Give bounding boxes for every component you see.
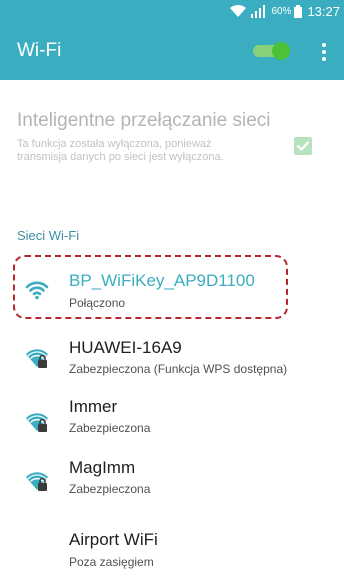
- network-status: Zabezpieczona (Funkcja WPS dostępna): [69, 362, 288, 376]
- network-status: Zabezpieczona: [69, 421, 151, 435]
- wifi-icon: [230, 4, 247, 17]
- smart-switch-title: Inteligentne przełączanie sieci: [17, 110, 271, 131]
- highlight-annotation: [13, 255, 288, 319]
- status-bar: 60% 13:27: [0, 0, 344, 22]
- app-bar: Wi-Fi: [0, 22, 344, 80]
- network-item-out-of-range[interactable]: Airport WiFi Poza zasięgiem: [0, 516, 344, 576]
- network-status: Poza zasięgiem: [69, 555, 154, 569]
- smart-network-switch[interactable]: Inteligentne przełączanie sieci Ta funkc…: [17, 110, 327, 164]
- network-item[interactable]: MagImm Zabezpieczona: [0, 446, 344, 506]
- network-status: Zabezpieczona: [69, 482, 151, 496]
- status-time: 13:27: [307, 3, 340, 19]
- network-name: Airport WiFi: [69, 530, 158, 549]
- wifi-locked-icon: [26, 472, 48, 491]
- battery-icon: [294, 4, 303, 18]
- checkbox-checked-icon[interactable]: [293, 136, 313, 156]
- network-item[interactable]: Immer Zabezpieczona: [0, 385, 344, 445]
- signal-icon: [251, 4, 266, 18]
- wifi-locked-icon: [26, 413, 48, 432]
- wifi-toggle[interactable]: [250, 42, 292, 60]
- battery-percent: 60%: [271, 5, 292, 17]
- status-bar-right: 60% 13:27: [229, 2, 340, 20]
- page-title: Wi-Fi: [17, 40, 62, 61]
- network-name: MagImm: [69, 458, 136, 477]
- smart-switch-description: Ta funkcja została wyłączona, ponieważ t…: [17, 138, 224, 163]
- toggle-thumb: [272, 42, 290, 60]
- wifi-locked-icon: [26, 349, 48, 368]
- wifi-settings-screen: 60% 13:27 Wi-Fi Inteligentne przełączani…: [0, 0, 344, 587]
- network-item[interactable]: HUAWEI-16A9 Zabezpieczona (Funkcja WPS d…: [0, 328, 344, 388]
- network-name: HUAWEI-16A9: [69, 338, 182, 357]
- network-name: Immer: [69, 397, 118, 416]
- networks-section-header: Sieci Wi-Fi: [17, 228, 80, 243]
- more-vert-icon[interactable]: [318, 42, 330, 62]
